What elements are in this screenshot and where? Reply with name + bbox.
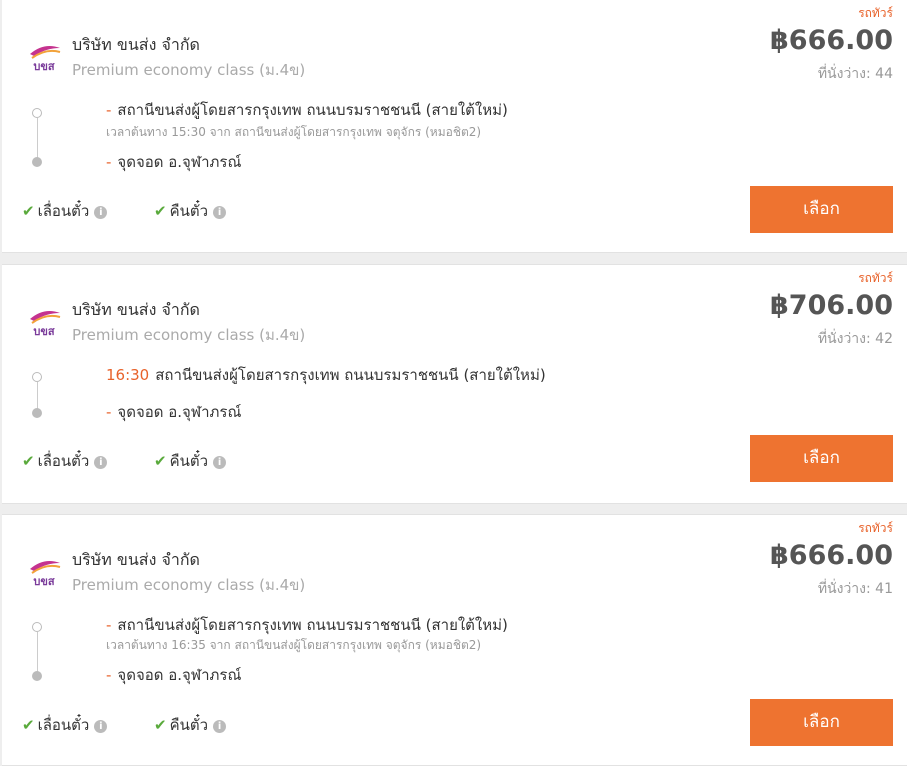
arrival-station: จุดจอด อ.จุฬาภรณ์ bbox=[117, 666, 242, 684]
perk-refund-ticket: ✔ คืนตั๋ว i bbox=[154, 449, 227, 473]
timeline-end-dot bbox=[32, 408, 42, 418]
departure-station: สถานีขนส่งผู้โดยสารกรุงเทพ ถนนบรมราชชนนี… bbox=[117, 616, 508, 634]
select-button[interactable]: เลือก bbox=[750, 699, 893, 746]
perk-label: คืนตั๋ว bbox=[169, 452, 209, 470]
bus-type-label: รถทัวร์ bbox=[858, 271, 893, 285]
arrival-stop: - จุดจอด อ.จุฬาภรณ์ bbox=[106, 663, 241, 687]
departure-station: สถานีขนส่งผู้โดยสารกรุงเทพ ถนนบรมราชชนนี… bbox=[155, 366, 546, 384]
timeline-line bbox=[37, 632, 38, 673]
arrival-dash: - bbox=[106, 403, 112, 421]
check-icon: ✔ bbox=[154, 452, 167, 470]
bus-class: Premium economy class (ม.4ข) bbox=[72, 576, 306, 594]
perk-label: คืนตั๋ว bbox=[169, 202, 209, 220]
arrival-dash: - bbox=[106, 666, 112, 684]
info-icon[interactable]: i bbox=[213, 456, 227, 469]
departure-note: เวลาต้นทาง 15:30 จาก สถานีขนส่งผู้โดยสาร… bbox=[106, 125, 482, 139]
timeline-start-dot bbox=[32, 622, 42, 632]
check-icon: ✔ bbox=[22, 716, 35, 734]
arrival-dash: - bbox=[106, 153, 112, 171]
check-icon: ✔ bbox=[154, 716, 167, 734]
departure-time: 16:30 bbox=[106, 366, 150, 384]
bus-class: Premium economy class (ม.4ข) bbox=[72, 61, 306, 79]
perk-label: เลื่อนตั๋ว bbox=[37, 202, 90, 220]
arrival-stop: - จุดจอด อ.จุฬาภรณ์ bbox=[106, 150, 241, 174]
company-name: บริษัท ขนส่ง จำกัด bbox=[72, 300, 200, 319]
timeline-line bbox=[37, 382, 38, 410]
timeline-line bbox=[37, 118, 38, 158]
perk-refund-ticket: ✔ คืนตั๋ว i bbox=[154, 199, 227, 223]
departure-stop: - สถานีขนส่งผู้โดยสารกรุงเทพ ถนนบรมราชชนน… bbox=[106, 98, 508, 122]
info-icon[interactable]: i bbox=[213, 206, 227, 219]
price: ฿666.00 bbox=[770, 540, 893, 571]
perk-label: คืนตั๋ว bbox=[169, 716, 209, 734]
departure-station: สถานีขนส่งผู้โดยสารกรุงเทพ ถนนบรมราชชนนี… bbox=[117, 101, 508, 119]
timeline-end-dot bbox=[32, 671, 42, 681]
svg-text:บขส: บขส bbox=[33, 575, 55, 588]
price: ฿666.00 bbox=[770, 25, 893, 56]
trip-card: บขส บริษัท ขนส่ง จำกัด Premium economy c… bbox=[2, 514, 907, 766]
timeline-start-dot bbox=[32, 372, 42, 382]
info-icon[interactable]: i bbox=[94, 456, 108, 469]
info-icon[interactable]: i bbox=[94, 720, 108, 733]
perk-change-ticket: ✔ เลื่อนตั๋ว i bbox=[22, 449, 108, 473]
svg-text:บขส: บขส bbox=[33, 325, 55, 338]
bus-type-label: รถทัวร์ bbox=[858, 6, 893, 20]
perk-label: เลื่อนตั๋ว bbox=[37, 452, 90, 470]
departure-stop: 16:30 สถานีขนส่งผู้โดยสารกรุงเทพ ถนนบรมรา… bbox=[106, 363, 546, 387]
bus-class: Premium economy class (ม.4ข) bbox=[72, 326, 306, 344]
company-logo: บขส bbox=[30, 561, 61, 588]
check-icon: ✔ bbox=[22, 452, 35, 470]
price: ฿706.00 bbox=[770, 290, 893, 321]
svg-text:บขส: บขส bbox=[33, 60, 55, 73]
timeline-start-dot bbox=[32, 108, 42, 118]
company-name: บริษัท ขนส่ง จำกัด bbox=[72, 550, 200, 569]
arrival-station: จุดจอด อ.จุฬาภรณ์ bbox=[117, 403, 242, 421]
select-button[interactable]: เลือก bbox=[750, 186, 893, 233]
departure-note: เวลาต้นทาง 16:35 จาก สถานีขนส่งผู้โดยสาร… bbox=[106, 638, 482, 652]
company-logo: บขส bbox=[30, 46, 61, 73]
timeline-end-dot bbox=[32, 157, 42, 167]
trip-card: บขส บริษัท ขนส่ง จำกัด Premium economy c… bbox=[2, 0, 907, 253]
departure-dash: - bbox=[106, 616, 112, 634]
departure-dash: - bbox=[106, 101, 112, 119]
perk-label: เลื่อนตั๋ว bbox=[37, 716, 90, 734]
departure-stop: - สถานีขนส่งผู้โดยสารกรุงเทพ ถนนบรมราชชนน… bbox=[106, 613, 508, 637]
trip-card: บขส บริษัท ขนส่ง จำกัด Premium economy c… bbox=[2, 264, 907, 504]
select-button[interactable]: เลือก bbox=[750, 435, 893, 482]
arrival-station: จุดจอด อ.จุฬาภรณ์ bbox=[117, 153, 242, 171]
seats-available: ที่นั่งว่าง: 42 bbox=[817, 331, 893, 347]
seats-available: ที่นั่งว่าง: 41 bbox=[817, 581, 893, 597]
arrival-stop: - จุดจอด อ.จุฬาภรณ์ bbox=[106, 400, 241, 424]
perk-refund-ticket: ✔ คืนตั๋ว i bbox=[154, 713, 227, 737]
seats-available: ที่นั่งว่าง: 44 bbox=[817, 66, 893, 82]
company-logo: บขส bbox=[30, 311, 61, 338]
info-icon[interactable]: i bbox=[213, 720, 227, 733]
check-icon: ✔ bbox=[154, 202, 167, 220]
info-icon[interactable]: i bbox=[94, 206, 108, 219]
check-icon: ✔ bbox=[22, 202, 35, 220]
perk-change-ticket: ✔ เลื่อนตั๋ว i bbox=[22, 199, 108, 223]
perk-change-ticket: ✔ เลื่อนตั๋ว i bbox=[22, 713, 108, 737]
bus-type-label: รถทัวร์ bbox=[858, 521, 893, 535]
company-name: บริษัท ขนส่ง จำกัด bbox=[72, 35, 200, 54]
